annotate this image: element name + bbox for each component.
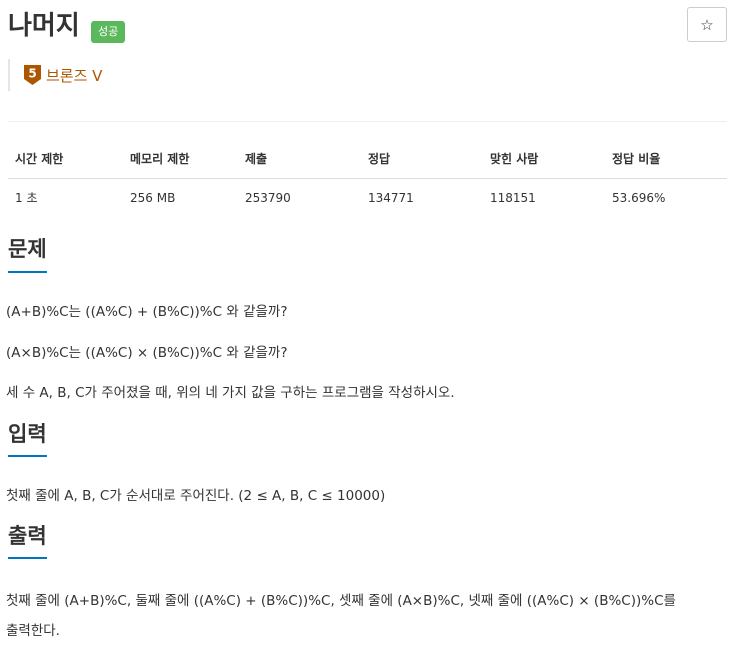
- description-line: (A×B)%C는 ((A%C) × (B%C))%C 와 같을까?: [6, 345, 288, 361]
- input-description: 첫째 줄에 A, B, C가 순서대로 주어진다. (2 ≤ A, B, C ≤…: [6, 488, 386, 504]
- header-solvers: 맞힌 사람: [483, 140, 605, 179]
- tier-number: 5: [28, 67, 36, 81]
- header-accepted: 정답: [361, 140, 483, 179]
- value-solvers: 118151: [490, 190, 536, 205]
- star-icon: ☆: [700, 15, 714, 34]
- bronze-tier-icon: 5: [24, 65, 41, 85]
- problem-page: 나머지 성공 ☆ 5 브론즈 V 시간 제한 메모리 제한 제출 정답 맞힌 사…: [0, 0, 737, 652]
- section-heading-output: 출력: [8, 524, 47, 548]
- description-line: 세 수 A, B, C가 주어졌을 때, 위의 네 가지 값을 구하는 프로그램…: [6, 385, 455, 401]
- header-memory-limit: 메모리 제한: [123, 140, 238, 179]
- value-accepted: 134771: [368, 190, 414, 205]
- header-time-limit: 시간 제한: [8, 140, 123, 179]
- divider: [8, 121, 727, 122]
- tier-indicator[interactable]: 5 브론즈 V: [8, 59, 102, 91]
- page-title: 나머지: [8, 11, 80, 41]
- description-line: (A+B)%C는 ((A%C) + (B%C))%C 와 같을까?: [6, 304, 288, 320]
- value-submissions[interactable]: 253790: [238, 179, 361, 217]
- section-heading-input: 입력: [8, 422, 47, 446]
- table-row: 1 초 256 MB 253790 134771 118151 53.696%: [8, 179, 727, 217]
- tier-label: 브론즈 V: [46, 66, 103, 85]
- table-header-row: 시간 제한 메모리 제한 제출 정답 맞힌 사람 정답 비율: [8, 140, 727, 179]
- section-underline: [8, 557, 47, 559]
- value-time-limit: 1 초: [15, 191, 38, 205]
- section-underline: [8, 271, 47, 273]
- status-badge: 성공: [91, 21, 126, 43]
- problem-info-table: 시간 제한 메모리 제한 제출 정답 맞힌 사람 정답 비율 1 초 256 M…: [8, 140, 727, 216]
- favorite-button[interactable]: ☆: [687, 7, 727, 42]
- value-memory-limit: 256 MB: [130, 190, 176, 205]
- output-description: 출력한다.: [6, 623, 60, 639]
- value-accept-ratio: 53.696%: [612, 190, 666, 205]
- output-description: 첫째 줄에 (A+B)%C, 둘째 줄에 ((A%C) + (B%C))%C, …: [6, 593, 676, 609]
- section-heading-description: 문제: [8, 237, 47, 261]
- header-accept-ratio: 정답 비율: [605, 140, 727, 179]
- header-submissions: 제출: [238, 140, 361, 179]
- section-underline: [8, 455, 47, 457]
